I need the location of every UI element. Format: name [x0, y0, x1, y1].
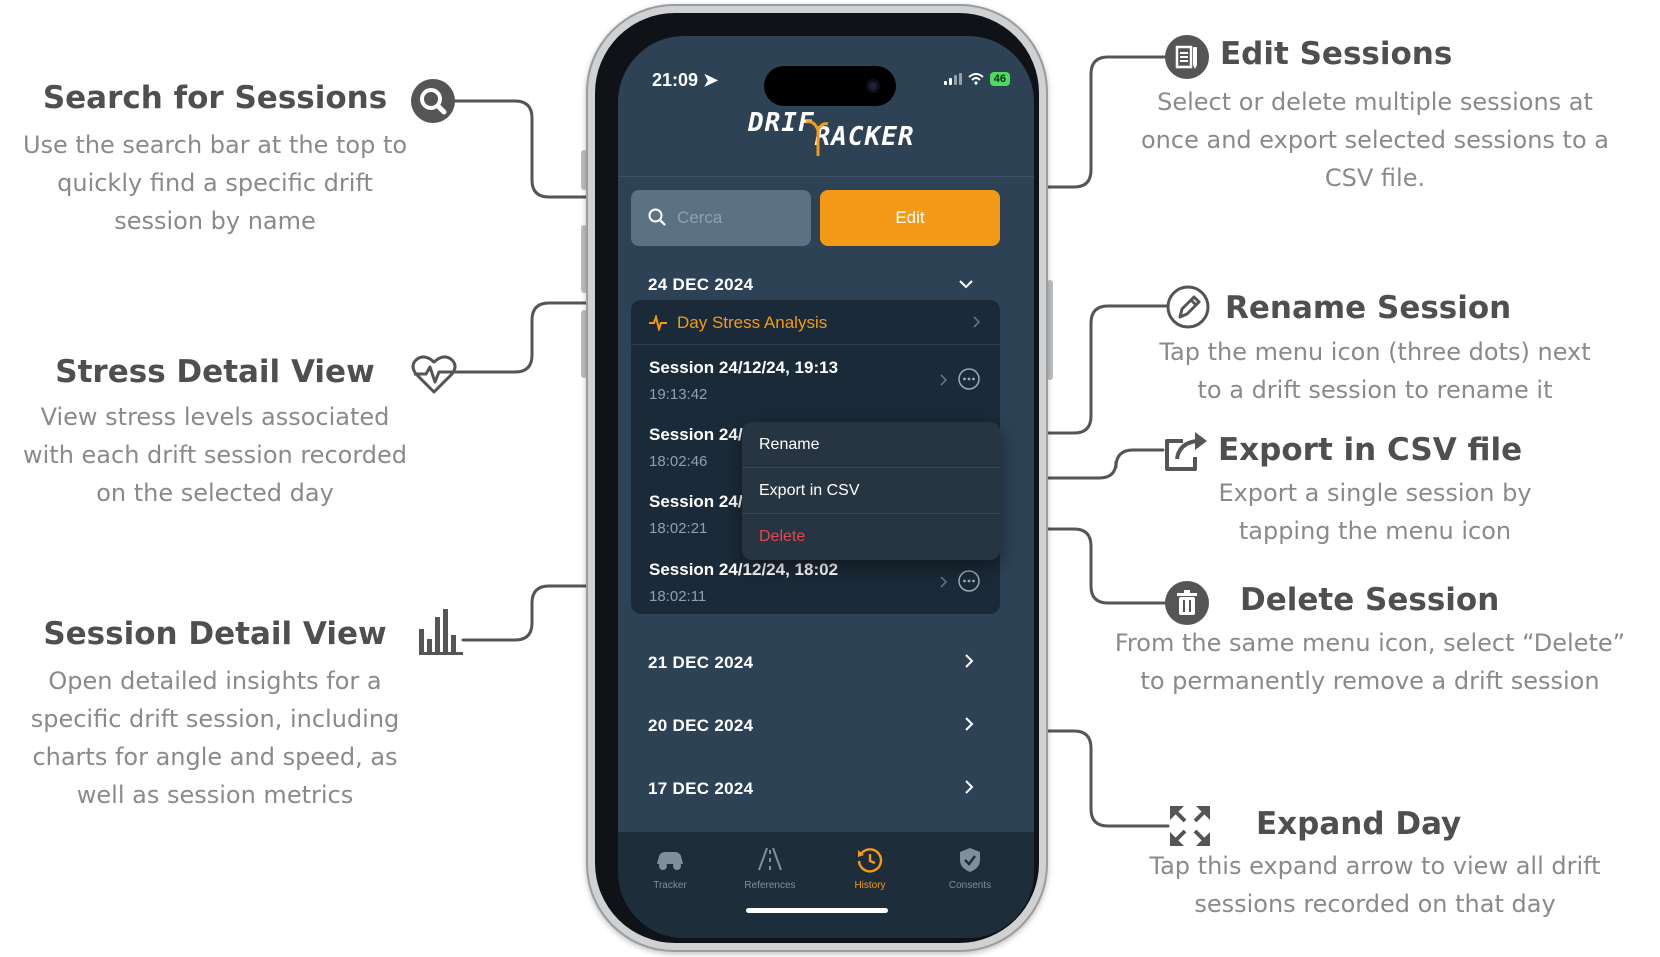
- tab-references[interactable]: References: [718, 846, 822, 891]
- app-logo: DRIFRACKER: [748, 108, 915, 152]
- more-options-icon[interactable]: [958, 368, 980, 390]
- menu-item-delete[interactable]: Delete: [742, 514, 1000, 559]
- session-name: Session 24/: [649, 425, 743, 444]
- annotation-stress-desc: View stress levels associated with each d…: [22, 403, 408, 507]
- app-screen: 21:09 ➤ 46 DRIFRACKER Cerca Edit 24 DEC …: [618, 36, 1034, 938]
- session-time: 19:13:42: [649, 386, 708, 403]
- chevron-right-icon[interactable]: [964, 716, 974, 732]
- pulse-icon: [649, 315, 667, 331]
- search-icon: [648, 208, 666, 226]
- day-header-collapsed[interactable]: 17 DEC 2024: [648, 779, 753, 799]
- annotation-rename-desc: Tap the menu icon (three dots) next to a …: [1159, 338, 1591, 404]
- location-arrow-icon: ➤: [703, 70, 719, 90]
- dynamic-island: [764, 66, 896, 106]
- history-icon: [857, 848, 883, 873]
- camera-icon: [866, 79, 880, 93]
- phone-bezel: 21:09 ➤ 46 DRIFRACKER Cerca Edit 24 DEC …: [595, 13, 1039, 943]
- annotation-search-title: Search for Sessions: [42, 80, 388, 116]
- annotation-edit-title: Edit Sessions: [1220, 36, 1453, 72]
- session-row[interactable]: Session 24/ 18:02:46: [649, 425, 743, 470]
- header-divider: [618, 176, 1034, 177]
- session-row[interactable]: Session 24/12/24, 18:02 18:02:11: [649, 560, 838, 605]
- session-time: 18:02:46: [649, 453, 708, 470]
- more-options-icon[interactable]: [958, 570, 980, 592]
- annotation-edit-desc: Select or delete multiple sessions at onc…: [1141, 88, 1609, 192]
- day-stress-analysis-row[interactable]: Day Stress Analysis: [631, 300, 1000, 345]
- share-icon: [1163, 429, 1209, 477]
- session-name: Session 24/: [649, 492, 743, 511]
- chevron-down-icon[interactable]: [958, 278, 974, 290]
- bar-chart-icon: [419, 609, 463, 659]
- annotation-export-desc: Export a single session by tapping the me…: [1218, 479, 1532, 545]
- annotation-session-detail-desc: Open detailed insights for a specific dri…: [30, 667, 400, 809]
- chevron-right-icon[interactable]: [964, 653, 974, 669]
- heart-pulse-icon: [410, 352, 458, 400]
- menu-item-export-csv[interactable]: Export in CSV: [742, 468, 1000, 514]
- search-placeholder: Cerca: [677, 208, 723, 227]
- annotation-rename-title: Rename Session: [1225, 290, 1512, 326]
- trash-icon: [1165, 581, 1209, 629]
- chevron-right-icon[interactable]: [964, 779, 974, 795]
- annotation-stress-title: Stress Detail View: [55, 354, 375, 390]
- session-time: 18:02:21: [649, 520, 708, 537]
- annotation-search-desc: Use the search bar at the top to quickly …: [22, 131, 408, 235]
- session-time: 18:02:11: [649, 588, 707, 605]
- annotation-delete-title: Delete Session: [1240, 582, 1500, 618]
- annotation-expand-title: Expand Day: [1256, 806, 1462, 842]
- edit-list-icon: [1165, 35, 1209, 83]
- day-stress-analysis-label: Day Stress Analysis: [677, 313, 828, 332]
- chevron-right-icon: [940, 374, 948, 386]
- edit-button[interactable]: Edit: [820, 190, 1000, 246]
- session-name: Session 24/12/24, 19:13: [649, 358, 839, 377]
- wifi-icon: [968, 73, 984, 85]
- car-icon: [657, 852, 683, 870]
- tab-history[interactable]: History: [818, 846, 922, 891]
- pencil-icon: [1166, 285, 1210, 333]
- day-header-expanded[interactable]: 24 DEC 2024: [648, 275, 753, 295]
- battery-indicator: 46: [989, 72, 1010, 86]
- status-indicators: 46: [943, 72, 1010, 86]
- menu-item-rename[interactable]: Rename: [742, 422, 1000, 468]
- annotation-session-detail-title: Session Detail View: [43, 616, 387, 652]
- shield-check-icon: [960, 848, 980, 872]
- annotation-expand-desc: Tap this expand arrow to view all drift s…: [1149, 852, 1601, 918]
- chevron-right-icon: [973, 316, 981, 328]
- tab-consents[interactable]: Consents: [918, 846, 1022, 891]
- annotation-export-title: Export in CSV file: [1218, 432, 1523, 468]
- phone-frame: 21:09 ➤ 46 DRIFRACKER Cerca Edit 24 DEC …: [586, 4, 1048, 952]
- session-name: Session 24/12/24, 18:02: [649, 560, 839, 579]
- road-icon: [758, 847, 782, 871]
- search-input[interactable]: Cerca: [631, 190, 811, 246]
- signal-icon: [943, 73, 962, 85]
- status-time: 21:09 ➤: [652, 70, 719, 90]
- home-indicator: [746, 908, 888, 913]
- search-icon: [411, 79, 455, 127]
- session-row[interactable]: Session 24/ 18:02:21: [649, 492, 743, 537]
- session-row[interactable]: Session 24/12/24, 19:13 19:13:42: [649, 358, 838, 403]
- chevron-right-icon: [940, 576, 948, 588]
- annotation-delete-desc: From the same menu icon, select “Delete”…: [1114, 629, 1626, 695]
- logo-mark-icon: [805, 120, 829, 156]
- tab-bar: Tracker References History Consents: [618, 832, 1034, 938]
- day-header-collapsed[interactable]: 21 DEC 2024: [648, 653, 753, 673]
- expand-icon: [1168, 804, 1212, 852]
- tab-tracker[interactable]: Tracker: [618, 846, 722, 891]
- day-header-collapsed[interactable]: 20 DEC 2024: [648, 716, 753, 736]
- session-context-menu: Rename Export in CSV Delete: [742, 422, 1000, 560]
